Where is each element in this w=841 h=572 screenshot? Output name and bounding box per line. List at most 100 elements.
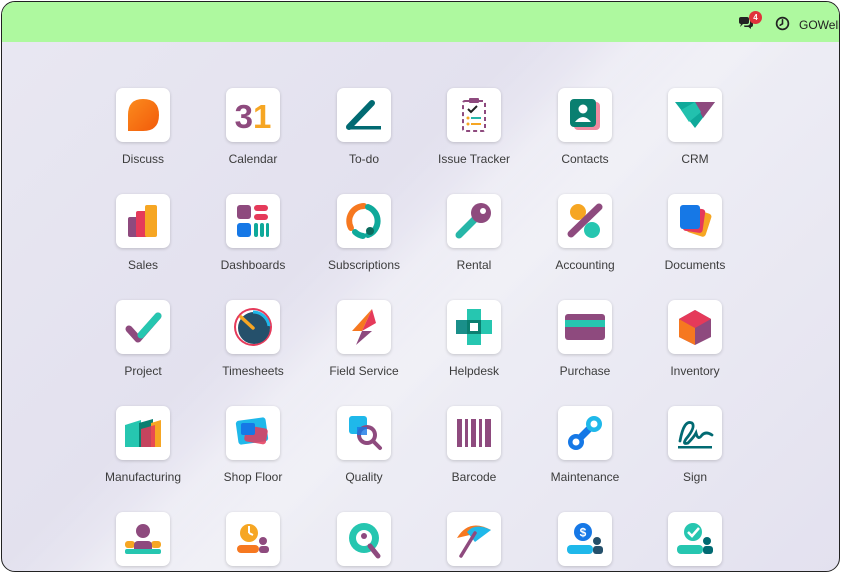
activities-button[interactable] <box>775 14 790 32</box>
app-dashboards[interactable]: Dashboards <box>198 194 308 272</box>
app-label: Sales <box>127 258 159 272</box>
app-accounting[interactable]: Accounting <box>530 194 640 272</box>
app-appraisals[interactable] <box>198 512 308 566</box>
purchase-icon <box>564 312 606 342</box>
app-tile[interactable] <box>226 194 280 248</box>
app-tile[interactable] <box>337 406 391 460</box>
subscriptions-icon <box>344 201 384 241</box>
app-tile[interactable] <box>337 300 391 354</box>
app-tile[interactable] <box>226 512 280 566</box>
app-expenses[interactable]: $ <box>530 512 640 566</box>
app-issue-tracker[interactable]: Issue Tracker <box>419 88 529 166</box>
app-label: Quality <box>345 470 383 484</box>
time-off-icon <box>453 518 495 560</box>
app-tile[interactable] <box>116 88 170 142</box>
app-contacts[interactable]: Contacts <box>530 88 640 166</box>
app-tile[interactable] <box>116 512 170 566</box>
app-rental[interactable]: Rental <box>419 194 529 272</box>
app-tile[interactable]: $ <box>558 512 612 566</box>
app-tile[interactable] <box>668 512 722 566</box>
app-sign[interactable]: Sign <box>640 406 750 484</box>
app-manufacturing[interactable]: Manufacturing <box>88 406 198 484</box>
app-helpdesk[interactable]: Helpdesk <box>419 300 529 378</box>
app-label: To-do <box>348 152 380 166</box>
app-label: Purchase <box>559 364 611 378</box>
shop-floor-icon <box>231 415 275 451</box>
app-documents[interactable]: Documents <box>640 194 750 272</box>
accounting-icon <box>565 201 605 241</box>
app-label: Documents <box>664 258 726 272</box>
app-recruitment[interactable] <box>309 512 419 566</box>
maintenance-icon <box>565 413 605 453</box>
todo-icon <box>344 97 384 133</box>
app-label: CRM <box>681 152 709 166</box>
app-label: Timesheets <box>222 364 284 378</box>
contacts-icon <box>566 96 604 134</box>
expenses-icon: $ <box>563 519 607 559</box>
app-label: Barcode <box>451 470 497 484</box>
app-tile[interactable] <box>337 88 391 142</box>
recruitment-icon <box>344 519 384 559</box>
app-tile[interactable] <box>116 300 170 354</box>
app-tile[interactable] <box>447 406 501 460</box>
app-tile[interactable] <box>668 300 722 354</box>
app-sales[interactable]: Sales <box>88 194 198 272</box>
appraisals-icon <box>231 519 275 559</box>
app-field-service[interactable]: Field Service <box>309 300 419 378</box>
helpdesk-icon <box>454 307 494 347</box>
employees-icon <box>121 519 165 559</box>
messages-button[interactable]: 4 <box>738 11 762 32</box>
app-tile[interactable] <box>558 406 612 460</box>
app-employees[interactable] <box>88 512 198 566</box>
app-inventory[interactable]: Inventory <box>640 300 750 378</box>
app-tile[interactable] <box>668 194 722 248</box>
app-tile[interactable] <box>447 300 501 354</box>
app-label: Maintenance <box>550 470 620 484</box>
app-shop-floor[interactable]: Shop Floor <box>198 406 308 484</box>
user-menu[interactable]: GOWell <box>799 16 839 34</box>
app-barcode[interactable]: Barcode <box>419 406 529 484</box>
app-label: Helpdesk <box>448 364 500 378</box>
app-tile[interactable] <box>226 300 280 354</box>
app-tile[interactable] <box>447 512 501 566</box>
app-discuss[interactable]: Discuss <box>88 88 198 166</box>
app-tile[interactable] <box>558 194 612 248</box>
app-label: Accounting <box>555 258 615 272</box>
app-approvals[interactable] <box>640 512 750 566</box>
app-tile[interactable] <box>226 406 280 460</box>
app-quality[interactable]: Quality <box>309 406 419 484</box>
app-label: Calendar <box>228 152 278 166</box>
app-crm[interactable]: CRM <box>640 88 750 166</box>
sign-icon <box>674 415 716 451</box>
app-tile[interactable] <box>337 512 391 566</box>
app-tile[interactable] <box>447 194 501 248</box>
app-tile[interactable] <box>668 406 722 460</box>
issue-tracker-icon <box>457 96 491 134</box>
app-label: Field Service <box>329 364 399 378</box>
barcode-icon <box>455 417 493 449</box>
app-tile[interactable] <box>447 88 501 142</box>
app-maintenance[interactable]: Maintenance <box>530 406 640 484</box>
unread-badge: 4 <box>749 11 762 24</box>
calendar-icon: 31 <box>233 97 273 133</box>
app-label: Project <box>124 364 162 378</box>
app-tile[interactable] <box>558 300 612 354</box>
app-tile[interactable] <box>558 88 612 142</box>
project-icon <box>123 309 163 345</box>
app-timesheets[interactable]: Timesheets <box>198 300 308 378</box>
app-label: Contacts <box>561 152 609 166</box>
app-calendar[interactable]: 31 Calendar <box>198 88 308 166</box>
app-purchase[interactable]: Purchase <box>530 300 640 378</box>
app-grid: Discuss 31 Calendar To-do Issue Tracker Conta… <box>2 2 839 571</box>
top-navbar: 4 GOWell <box>2 2 839 42</box>
app-time-off[interactable] <box>419 512 529 566</box>
app-tile[interactable] <box>668 88 722 142</box>
app-tile[interactable] <box>116 194 170 248</box>
app-label: Rental <box>456 258 492 272</box>
app-tile[interactable] <box>116 406 170 460</box>
app-tile[interactable]: 31 <box>226 88 280 142</box>
app-project[interactable]: Project <box>88 300 198 378</box>
app-tile[interactable] <box>337 194 391 248</box>
app-todo[interactable]: To-do <box>309 88 419 166</box>
app-subscriptions[interactable]: Subscriptions <box>309 194 419 272</box>
